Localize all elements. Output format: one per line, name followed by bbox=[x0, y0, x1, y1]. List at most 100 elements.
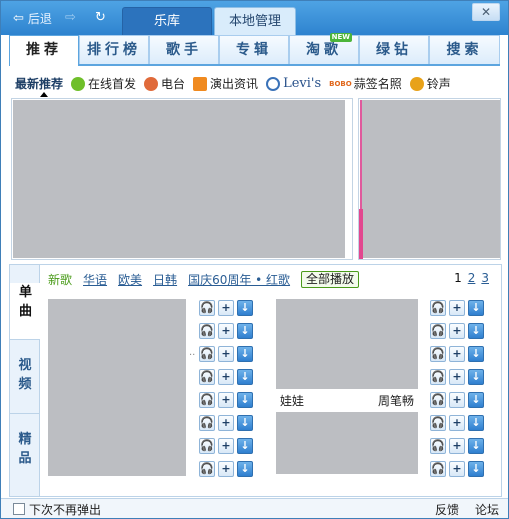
listen-button[interactable]: 🎧 bbox=[430, 300, 446, 316]
feedback-link[interactable]: 反馈 bbox=[435, 501, 459, 518]
tab-charts[interactable]: 排行榜 bbox=[79, 35, 149, 64]
back-button[interactable]: ⇦ 后退 bbox=[13, 10, 52, 27]
download-button[interactable]: ↓ bbox=[468, 323, 484, 339]
tab-recommend[interactable]: 推荐 bbox=[9, 35, 79, 66]
subnav-ringtone[interactable]: 铃声 bbox=[409, 75, 451, 92]
subnav-online-release[interactable]: 在线首发 bbox=[71, 75, 136, 92]
song-action-row: 🎧 + ↓ bbox=[199, 461, 253, 477]
lang-tab-national-day[interactable]: 国庆60周年 • 红歌 bbox=[188, 271, 290, 288]
forum-link[interactable]: 论坛 bbox=[475, 501, 499, 518]
listen-button[interactable]: 🎧 bbox=[199, 461, 215, 477]
add-to-list-button[interactable]: + bbox=[449, 392, 465, 408]
add-to-list-button[interactable]: + bbox=[449, 415, 465, 431]
subnav-levis[interactable]: Levi's bbox=[266, 76, 321, 91]
download-button[interactable]: ↓ bbox=[237, 323, 253, 339]
add-to-list-button[interactable]: + bbox=[218, 461, 234, 477]
add-to-list-button[interactable]: + bbox=[449, 323, 465, 339]
tab-singers[interactable]: 歌手 bbox=[149, 35, 219, 64]
download-button[interactable]: ↓ bbox=[237, 346, 253, 362]
page-1[interactable]: 1 bbox=[454, 271, 462, 285]
add-to-list-button[interactable]: + bbox=[218, 346, 234, 362]
add-to-list-button[interactable]: + bbox=[218, 369, 234, 385]
listen-button[interactable]: 🎧 bbox=[199, 369, 215, 385]
listen-button[interactable]: 🎧 bbox=[199, 392, 215, 408]
dont-show-again-checkbox[interactable] bbox=[13, 503, 25, 515]
download-button[interactable]: ↓ bbox=[468, 438, 484, 454]
song-action-row: 🎧 + ↓ bbox=[199, 346, 253, 362]
album-cover-right-bottom[interactable] bbox=[276, 412, 418, 474]
add-to-list-button[interactable]: + bbox=[218, 438, 234, 454]
tab-music-library[interactable]: 乐库 bbox=[122, 7, 212, 35]
download-button[interactable]: ↓ bbox=[237, 461, 253, 477]
listen-button[interactable]: 🎧 bbox=[199, 415, 215, 431]
listen-button[interactable]: 🎧 bbox=[199, 323, 215, 339]
download-button[interactable]: ↓ bbox=[468, 415, 484, 431]
page-3[interactable]: 3 bbox=[481, 271, 489, 285]
forward-arrow-icon: ⇨ bbox=[65, 10, 76, 25]
lang-tab-jpkr[interactable]: 日韩 bbox=[153, 271, 177, 288]
lang-tab-new[interactable]: 新歌 bbox=[48, 271, 72, 288]
tab-albums[interactable]: 专辑 bbox=[219, 35, 289, 64]
download-button[interactable]: ↓ bbox=[237, 392, 253, 408]
add-to-list-button[interactable]: + bbox=[449, 369, 465, 385]
page-2[interactable]: 2 bbox=[468, 271, 476, 285]
play-all-button[interactable]: 全部播放 bbox=[301, 271, 360, 288]
tab-label: 排行榜 bbox=[87, 42, 141, 58]
side-tab-singles[interactable]: 单曲 bbox=[10, 283, 41, 339]
download-button[interactable]: ↓ bbox=[468, 461, 484, 477]
download-button[interactable]: ↓ bbox=[237, 369, 253, 385]
forward-button[interactable]: ⇨ bbox=[65, 10, 76, 25]
download-button[interactable]: ↓ bbox=[237, 438, 253, 454]
tab-green-diamond[interactable]: 绿钻 bbox=[359, 35, 429, 64]
album-cover-wawa[interactable] bbox=[276, 299, 418, 389]
download-button[interactable]: ↓ bbox=[237, 415, 253, 431]
download-button[interactable]: ↓ bbox=[468, 300, 484, 316]
side-tab-premium[interactable]: 精品 bbox=[10, 413, 40, 496]
main-banner-image[interactable] bbox=[13, 100, 345, 258]
add-to-list-button[interactable]: + bbox=[218, 415, 234, 431]
download-button[interactable]: ↓ bbox=[468, 392, 484, 408]
listen-button[interactable]: 🎧 bbox=[430, 392, 446, 408]
tab-local-manage[interactable]: 本地管理 bbox=[214, 7, 296, 35]
listen-button[interactable]: 🎧 bbox=[199, 346, 215, 362]
listen-button[interactable]: 🎧 bbox=[199, 300, 215, 316]
ringtone-icon bbox=[409, 76, 424, 91]
artist-zhoubichang[interactable]: 周笔畅 bbox=[378, 392, 414, 409]
add-to-list-button[interactable]: + bbox=[218, 323, 234, 339]
side-banner-image[interactable] bbox=[360, 100, 500, 258]
listen-button[interactable]: 🎧 bbox=[199, 438, 215, 454]
listen-button[interactable]: 🎧 bbox=[430, 438, 446, 454]
add-to-list-button[interactable]: + bbox=[449, 461, 465, 477]
listen-button[interactable]: 🎧 bbox=[430, 415, 446, 431]
subnav-bobo[interactable]: BOBO 蒜签名照 bbox=[329, 75, 402, 92]
download-button[interactable]: ↓ bbox=[468, 369, 484, 385]
refresh-button[interactable]: ↻ bbox=[95, 10, 106, 25]
close-button[interactable]: ✕ bbox=[472, 3, 500, 21]
add-to-list-button[interactable]: + bbox=[449, 346, 465, 362]
add-to-list-button[interactable]: + bbox=[449, 300, 465, 316]
back-arrow-icon: ⇦ bbox=[13, 11, 24, 26]
side-tab-videos[interactable]: 视频 bbox=[10, 339, 40, 413]
song-action-row: 🎧 + ↓ bbox=[199, 438, 253, 454]
tab-label: 推荐 bbox=[26, 42, 62, 58]
listen-button[interactable]: 🎧 bbox=[430, 369, 446, 385]
tab-taoge[interactable]: 淘歌 NEW bbox=[289, 33, 359, 64]
add-to-list-button[interactable]: + bbox=[449, 438, 465, 454]
listen-button[interactable]: 🎧 bbox=[430, 323, 446, 339]
tab-search[interactable]: 搜索 bbox=[429, 35, 500, 64]
album-cover-left[interactable] bbox=[48, 299, 186, 476]
download-button[interactable]: ↓ bbox=[468, 346, 484, 362]
subnav-show-info[interactable]: 演出资讯 bbox=[193, 75, 258, 92]
add-to-list-button[interactable]: + bbox=[218, 300, 234, 316]
lang-tab-chinese[interactable]: 华语 bbox=[83, 271, 107, 288]
subnav-radio[interactable]: 电台 bbox=[144, 75, 185, 92]
download-button[interactable]: ↓ bbox=[237, 300, 253, 316]
add-to-list-button[interactable]: + bbox=[218, 392, 234, 408]
main-banner[interactable] bbox=[11, 98, 353, 260]
side-banner[interactable] bbox=[358, 98, 501, 260]
song-action-row: 🎧 + ↓ bbox=[430, 438, 484, 454]
lang-tab-western[interactable]: 欧美 bbox=[118, 271, 142, 288]
listen-button[interactable]: 🎧 bbox=[430, 346, 446, 362]
artist-wawa[interactable]: 娃娃 bbox=[280, 392, 304, 409]
listen-button[interactable]: 🎧 bbox=[430, 461, 446, 477]
